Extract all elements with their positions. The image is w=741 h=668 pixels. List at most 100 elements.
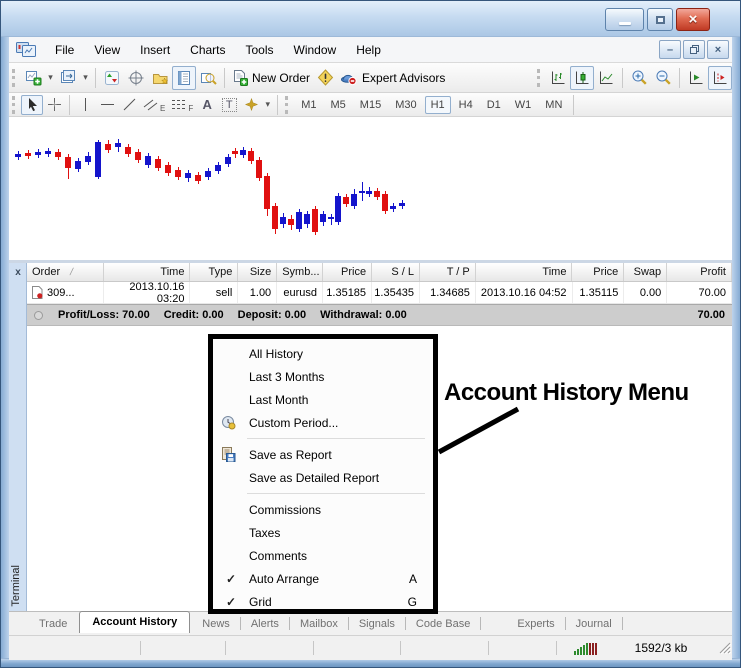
- timeframe-m1[interactable]: M1: [295, 96, 322, 114]
- summary-circle-icon: [34, 310, 43, 320]
- menu-item-all-history[interactable]: All History: [213, 342, 433, 365]
- arrows-button[interactable]: [240, 95, 262, 115]
- auto-scroll-button[interactable]: [684, 66, 708, 90]
- cursor-button[interactable]: [21, 94, 43, 115]
- bar-chart-button[interactable]: [546, 66, 570, 90]
- menu-file[interactable]: File: [45, 39, 84, 61]
- fibonacci-button[interactable]: F: [168, 95, 196, 115]
- menu-item-save-as-detailed-report[interactable]: Save as Detailed Report: [213, 466, 433, 489]
- tab-news[interactable]: News: [194, 615, 238, 633]
- resize-grip[interactable]: [718, 641, 732, 659]
- tab-mailbox[interactable]: Mailbox: [292, 615, 346, 633]
- column-header-close-time[interactable]: Time: [476, 263, 573, 281]
- column-header-swap[interactable]: Swap: [624, 263, 668, 281]
- column-header-open-price[interactable]: Price: [323, 263, 373, 281]
- status-divider: [556, 641, 557, 655]
- app-logo-icon: [15, 41, 37, 58]
- column-header-open-time[interactable]: Time: [104, 263, 191, 281]
- menu-insert[interactable]: Insert: [130, 39, 180, 61]
- timeframe-mn[interactable]: MN: [539, 96, 568, 114]
- timeframe-h1[interactable]: H1: [424, 95, 451, 114]
- data-window-button[interactable]: [124, 66, 148, 90]
- line-chart-button[interactable]: [594, 66, 618, 90]
- text-button[interactable]: A: [196, 95, 218, 115]
- timeframe-m15[interactable]: M15: [354, 96, 387, 114]
- new-chart-dropdown[interactable]: ▾: [45, 66, 56, 90]
- new-order-button[interactable]: New Order: [229, 66, 313, 90]
- column-header-size[interactable]: Size: [238, 263, 278, 281]
- account-history-context-menu: All History Last 3 Months Last Month Cus…: [208, 334, 438, 614]
- column-header-order[interactable]: Order /: [27, 263, 104, 281]
- tab-journal[interactable]: Journal: [568, 615, 620, 633]
- menu-item-label: All History: [249, 346, 304, 361]
- timeframe-d1[interactable]: D1: [481, 96, 507, 114]
- close-price-cell: 1.35115: [573, 282, 625, 303]
- horizontal-line-button[interactable]: [96, 95, 118, 115]
- tab-alerts[interactable]: Alerts: [243, 615, 287, 633]
- child-restore-button[interactable]: [683, 40, 705, 59]
- sort-indicator-icon: /: [68, 266, 75, 278]
- chart-shift-button[interactable]: [708, 65, 732, 90]
- tab-experts[interactable]: Experts: [509, 615, 562, 633]
- column-header-profit[interactable]: Profit: [667, 263, 732, 281]
- menu-item-last-3-months[interactable]: Last 3 Months: [213, 365, 433, 388]
- column-header-sl[interactable]: S / L: [372, 263, 420, 281]
- title-bar[interactable]: ×: [1, 1, 740, 37]
- tab-code-base[interactable]: Code Base: [408, 615, 478, 633]
- menu-view[interactable]: View: [84, 39, 130, 61]
- child-close-button[interactable]: ×: [707, 40, 729, 59]
- menu-help[interactable]: Help: [346, 39, 391, 61]
- tab-signals[interactable]: Signals: [351, 615, 403, 633]
- menu-tools[interactable]: Tools: [236, 39, 284, 61]
- arrows-dropdown[interactable]: ▾: [262, 93, 273, 117]
- menu-item-save-as-report[interactable]: Save as Report: [213, 443, 433, 466]
- timeframe-m5[interactable]: M5: [325, 96, 352, 114]
- menu-item-comments[interactable]: Comments: [213, 544, 433, 567]
- tab-divider: [347, 617, 349, 630]
- column-header-tp[interactable]: T / P: [420, 263, 476, 281]
- tab-trade[interactable]: Trade: [31, 615, 75, 633]
- column-header-close-price[interactable]: Price: [572, 263, 625, 281]
- menu-window[interactable]: Window: [284, 39, 347, 61]
- open-time-cell: 2013.10.16 03:20: [104, 281, 191, 305]
- timeframe-h4[interactable]: H4: [453, 96, 479, 114]
- timeframe-w1[interactable]: W1: [509, 96, 538, 114]
- vertical-line-button[interactable]: [74, 95, 96, 115]
- zoom-in-button[interactable]: [627, 66, 651, 90]
- menu-item-taxes[interactable]: Taxes: [213, 521, 433, 544]
- timeframe-m30[interactable]: M30: [389, 96, 422, 114]
- crosshair-mode-button[interactable]: [43, 95, 65, 115]
- candlestick-chart[interactable]: [9, 117, 732, 260]
- terminal-close-button[interactable]: x: [11, 265, 25, 279]
- menu-item-auto-arrange[interactable]: ✓ Auto Arrange A: [213, 567, 433, 590]
- new-chart-button[interactable]: [21, 66, 45, 90]
- tab-divider: [564, 617, 566, 630]
- profiles-dropdown[interactable]: ▾: [80, 66, 91, 90]
- menu-item-grid[interactable]: ✓ Grid G: [213, 590, 433, 613]
- terminal-button[interactable]: [172, 65, 196, 90]
- metaeditor-button[interactable]: [313, 66, 337, 90]
- close-button[interactable]: ×: [676, 8, 710, 31]
- expert-advisors-button[interactable]: Expert Advisors: [337, 66, 448, 90]
- maximize-button[interactable]: [647, 8, 673, 31]
- minimize-button[interactable]: [605, 8, 644, 31]
- strategy-tester-button[interactable]: [196, 66, 220, 90]
- equidistant-channel-button[interactable]: E: [140, 95, 168, 115]
- menu-item-label: Commissions: [249, 502, 322, 517]
- history-order-row[interactable]: 309... 2013.10.16 03:20 sell 1.00 eurusd…: [27, 281, 733, 305]
- column-header-type[interactable]: Type: [190, 263, 239, 281]
- market-watch-button[interactable]: [100, 66, 124, 90]
- tab-account-history[interactable]: Account History: [79, 611, 191, 633]
- child-minimize-button[interactable]: –: [659, 40, 681, 59]
- navigator-button[interactable]: [148, 66, 172, 90]
- profiles-button[interactable]: [56, 66, 80, 90]
- menu-item-custom-period[interactable]: Custom Period...: [213, 411, 433, 434]
- menu-charts[interactable]: Charts: [180, 39, 235, 61]
- trendline-button[interactable]: [118, 95, 140, 115]
- menu-item-commissions[interactable]: Commissions: [213, 498, 433, 521]
- zoom-out-button[interactable]: [651, 66, 675, 90]
- candlestick-chart-button[interactable]: [570, 65, 594, 90]
- column-header-symbol[interactable]: Symb...: [277, 263, 324, 281]
- text-label-button[interactable]: T: [218, 95, 240, 115]
- menu-item-last-month[interactable]: Last Month: [213, 388, 433, 411]
